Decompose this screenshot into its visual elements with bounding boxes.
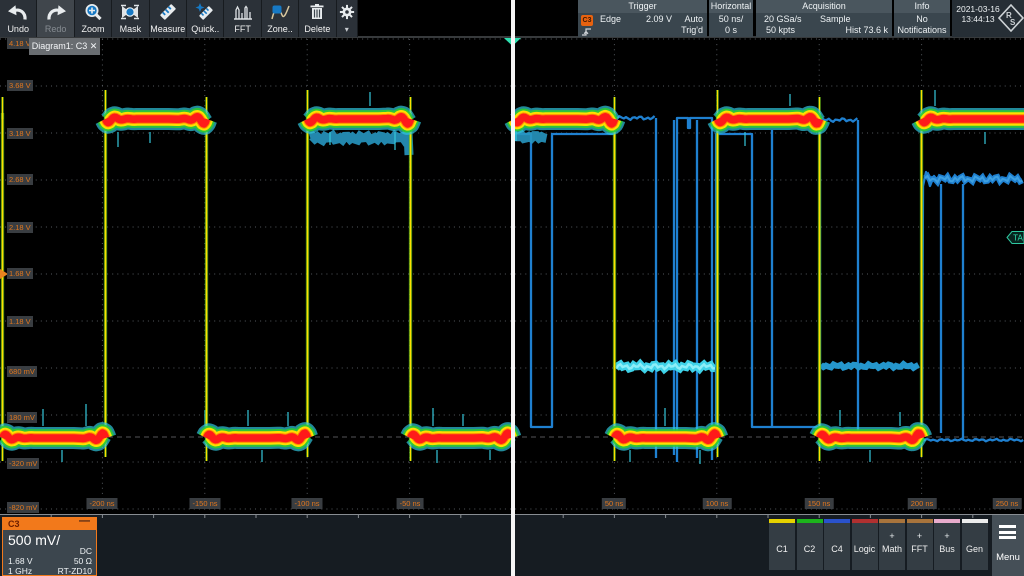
svg-text:S: S: [1010, 18, 1016, 27]
svg-text:TA: TA: [1013, 234, 1023, 243]
